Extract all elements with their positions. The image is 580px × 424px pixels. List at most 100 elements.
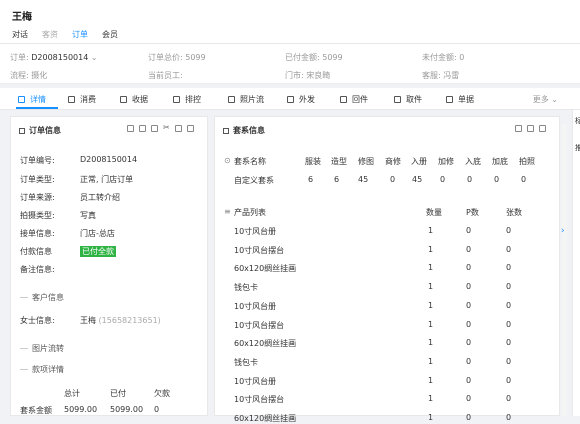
sidebar-label[interactable]: 推: [575, 143, 580, 153]
order-info-title: 订单信息: [19, 125, 61, 136]
customer-name: 王梅: [12, 12, 32, 23]
action-consume[interactable]: 消费: [68, 94, 96, 105]
pay-header: 已付: [110, 389, 126, 398]
total-value: 5099: [185, 53, 206, 62]
payment-status-text: 已付全款: [80, 246, 116, 257]
order-label: 订单:: [10, 53, 29, 62]
paid-label: 已付金额:: [285, 53, 320, 62]
external-link-icon: [287, 96, 294, 103]
edit-icon[interactable]: [139, 125, 146, 132]
order-select[interactable]: 订单: D2008150014 ⌄: [10, 52, 98, 63]
action-consume-label: 消费: [80, 95, 96, 104]
active-action-indicator: [16, 107, 58, 109]
total-label: 订单总价:: [148, 53, 183, 62]
scrollbar[interactable]: [562, 124, 567, 416]
field-value: 写真: [80, 211, 96, 220]
action-outsource[interactable]: 外发: [287, 94, 315, 105]
field-value: 正常, 门店订单: [80, 175, 134, 184]
product-name: 60x120绸丝挂画: [234, 414, 297, 423]
action-return[interactable]: 回件: [340, 94, 368, 105]
more-button[interactable]: 更多 ⌄: [533, 94, 558, 105]
package-bullet-icon: ⊙: [224, 156, 231, 165]
package-info-title-text: 套系信息: [233, 126, 265, 135]
product-value: 0: [506, 282, 512, 292]
unpaid-label: 未付金额:: [422, 53, 457, 62]
scissors-icon[interactable]: ✂: [163, 123, 170, 132]
customer-label: 女士信息:: [20, 316, 55, 325]
customer-contact: 王梅 (15658213651): [80, 315, 161, 326]
product-header-cell: 数量: [426, 208, 442, 217]
compose-icon[interactable]: [151, 125, 158, 132]
product-header-cell: P数: [466, 208, 479, 217]
product-value: 0: [466, 356, 472, 366]
chevron-right-icon[interactable]: ›: [561, 226, 565, 236]
action-schedule[interactable]: 排控: [173, 94, 201, 105]
pay-row-label: 套系金额: [20, 406, 52, 415]
action-photo-flow[interactable]: 照片流: [228, 94, 264, 105]
share-icon[interactable]: [527, 125, 534, 132]
more-label: 更多: [532, 95, 549, 104]
action-receipt-label: 收据: [132, 95, 148, 104]
product-value: 1: [428, 282, 434, 292]
product-value: 0: [506, 375, 512, 385]
product-value: 1: [428, 263, 434, 273]
refresh-icon[interactable]: [515, 125, 522, 132]
section-photo-label: 图片流转: [32, 344, 64, 353]
product-value: 0: [466, 282, 472, 292]
product-value: 1: [428, 375, 434, 385]
action-receipt[interactable]: 收据: [120, 94, 148, 105]
print-icon: [446, 96, 453, 103]
product-value: 0: [506, 394, 512, 404]
section-customer-label: 客户信息: [32, 293, 64, 302]
field-label: 订单类型:: [20, 175, 55, 184]
action-detail[interactable]: 详情: [18, 94, 46, 105]
action-documents[interactable]: 单据: [446, 94, 474, 105]
product-value: 1: [428, 338, 434, 348]
product-name: 60x120绸丝挂画: [234, 264, 297, 274]
product-value: 0: [466, 244, 472, 254]
package-row-cell: 0: [467, 175, 473, 184]
image-icon[interactable]: [175, 125, 182, 132]
info-icon: [19, 127, 25, 134]
package-row-cell: 45: [412, 175, 423, 184]
product-value: 0: [466, 226, 472, 235]
pickup-icon: [394, 96, 401, 103]
field-value: D2008150014: [80, 155, 138, 164]
top-bar: 王梅 对话 客资 订单 会员: [0, 0, 580, 46]
bookmark-icon[interactable]: [187, 125, 194, 132]
store-info: 门市: 宋良畸: [285, 70, 330, 81]
action-schedule-label: 排控: [185, 95, 201, 104]
product-value: 1: [428, 413, 434, 422]
settings-icon[interactable]: [127, 125, 134, 132]
order-value: D2008150014: [31, 53, 89, 62]
order-info-title-text: 订单信息: [29, 126, 61, 135]
store-value: 宋良畸: [306, 71, 331, 80]
product-value: 0: [506, 356, 512, 366]
package-row-cell: 0: [440, 175, 446, 184]
pay-paid: 5099.00: [110, 405, 144, 414]
section-customer-info: 客户信息: [20, 292, 64, 303]
edit-icon[interactable]: [539, 125, 546, 132]
field-label: 备注信息:: [20, 265, 55, 274]
pay-header: 总计: [64, 389, 80, 398]
product-name: 10寸风台摆台: [234, 395, 285, 405]
field-label: 订单来源:: [20, 193, 55, 202]
package-header-cell: 商修: [385, 157, 401, 166]
flow-label: 流程:: [10, 71, 29, 80]
product-value: 0: [466, 263, 472, 273]
product-name: 10寸风台册: [234, 301, 277, 311]
product-value: 0: [506, 300, 512, 310]
product-value: 0: [466, 375, 472, 385]
action-pickup[interactable]: 取件: [394, 94, 422, 105]
list-icon: ≡: [224, 207, 231, 216]
package-row-cell: 0: [494, 175, 500, 184]
product-value: 1: [428, 226, 434, 235]
product-value: 0: [466, 394, 472, 404]
sidebar-label[interactable]: 标: [575, 116, 580, 126]
customer-phone: (15658213651): [98, 316, 161, 325]
product-value: 1: [428, 356, 434, 366]
section-payment-label: 款项详情: [32, 365, 64, 374]
unpaid-amount: 未付金额: 0: [422, 52, 464, 63]
calendar-icon: [173, 96, 180, 103]
action-outsource-label: 外发: [299, 95, 315, 104]
